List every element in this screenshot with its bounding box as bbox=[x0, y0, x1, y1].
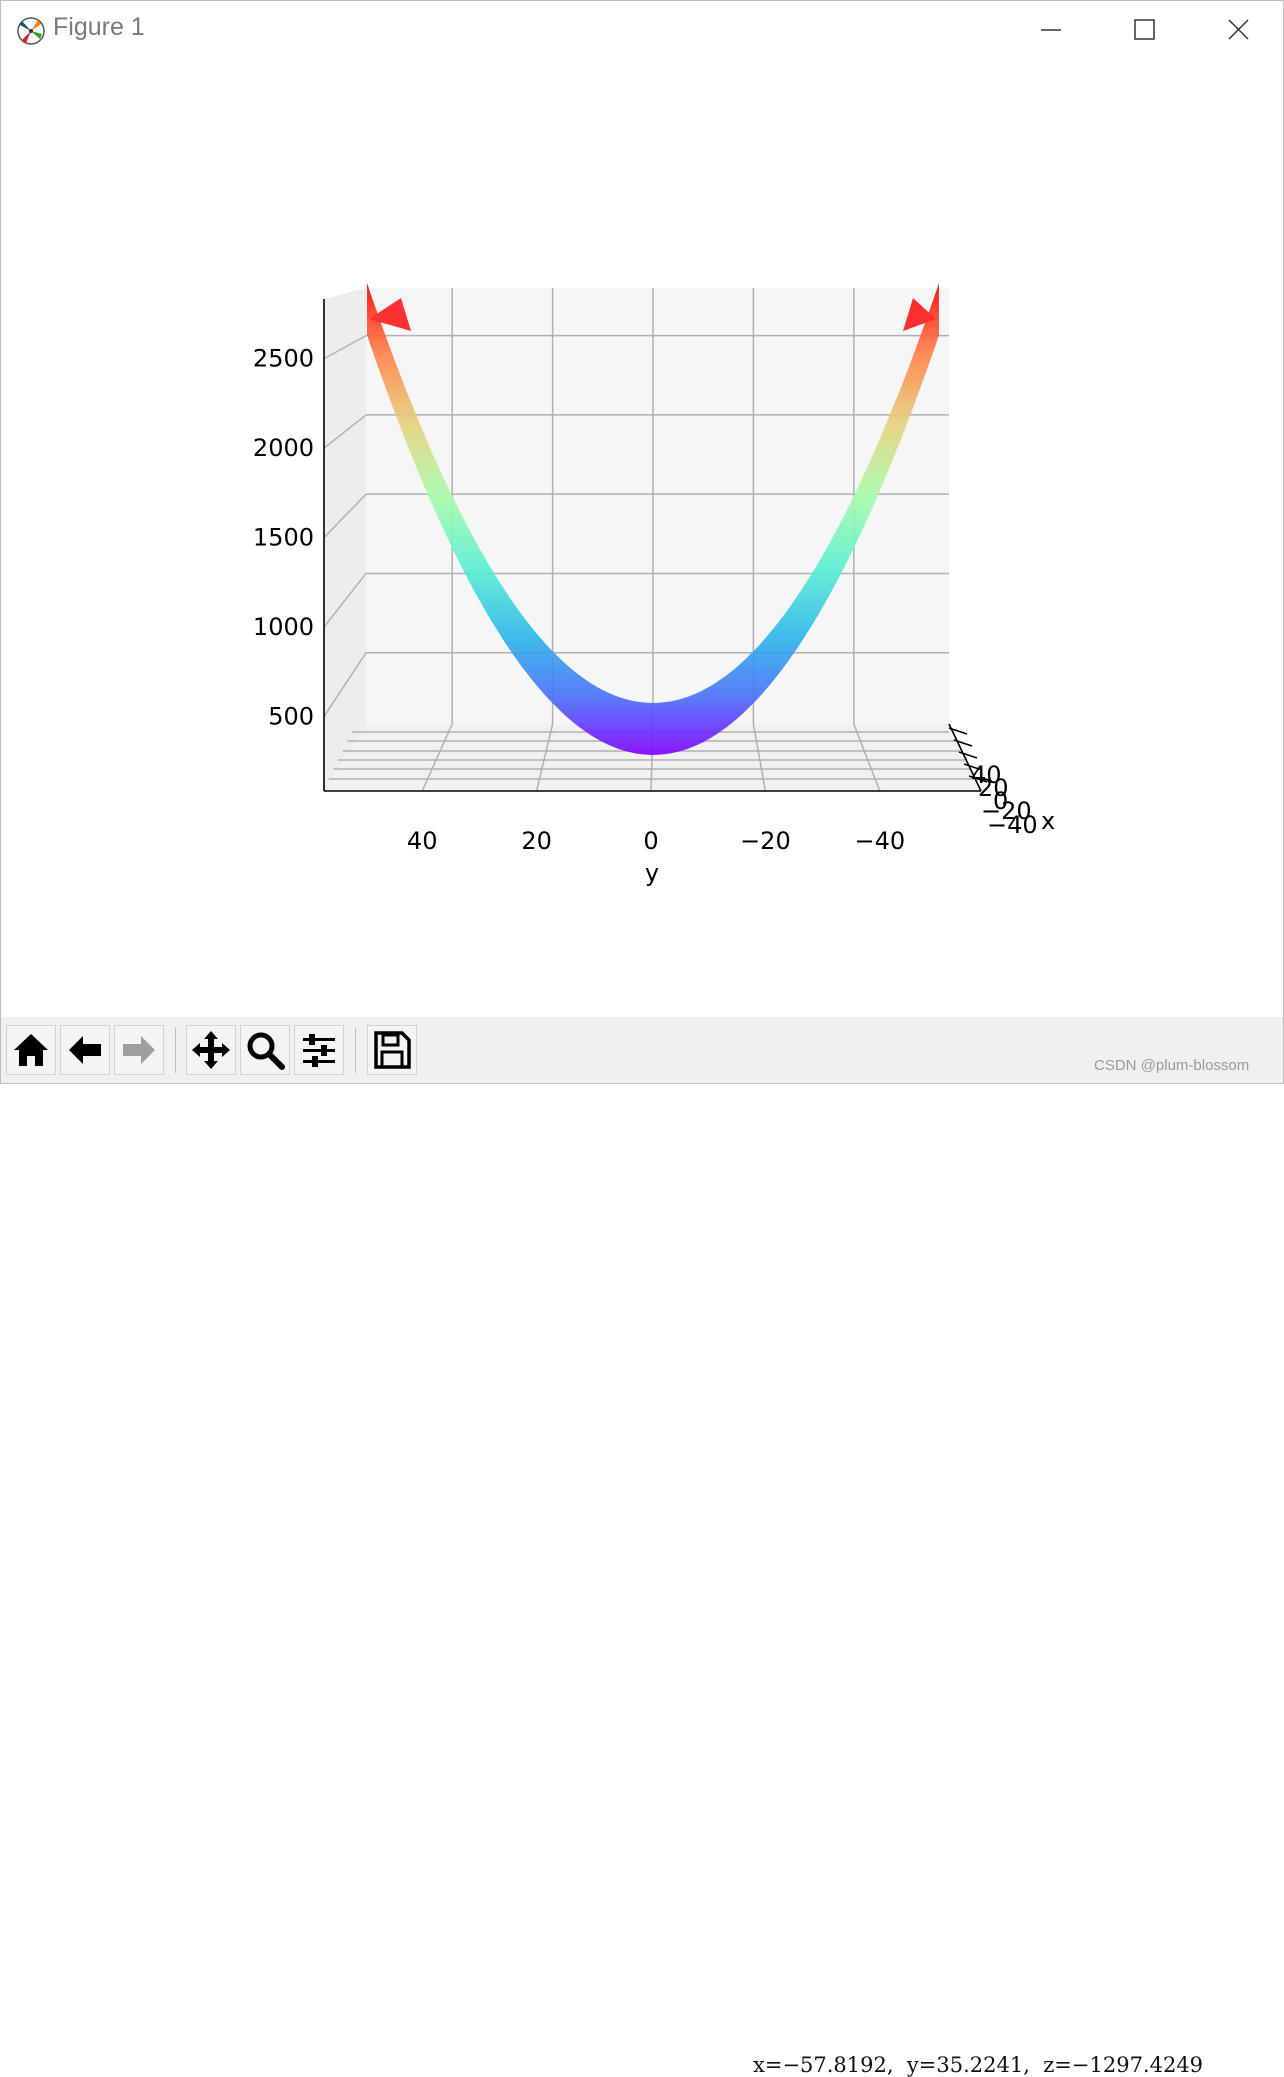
zoom-icon bbox=[247, 1032, 285, 1070]
save-icon bbox=[374, 1031, 411, 1069]
title-bar[interactable]: Figure 1 bbox=[1, 1, 1283, 59]
move-icon bbox=[192, 1031, 230, 1069]
y-tick-label: 0 bbox=[643, 827, 658, 855]
minimize-button[interactable] bbox=[1003, 1, 1097, 59]
sliders-icon bbox=[303, 1034, 335, 1067]
watermark: CSDN @plum-blossom bbox=[1094, 1057, 1250, 1074]
arrow-right-icon bbox=[123, 1036, 155, 1064]
arrow-left-icon bbox=[69, 1036, 101, 1064]
y-axis-label: y bbox=[645, 859, 659, 887]
configure-subplots-button[interactable] bbox=[294, 1025, 344, 1075]
close-button[interactable] bbox=[1191, 1, 1284, 59]
y-tick-label: 20 bbox=[521, 827, 552, 855]
figure-canvas[interactable]: 40 20 0 −20 −40 500 1000 1500 2000 2500 40 20 0 −… bbox=[1, 59, 1283, 1017]
x-axis-label: x bbox=[1041, 807, 1055, 835]
y-tick-label: 40 bbox=[407, 827, 438, 855]
minimize-icon bbox=[1041, 29, 1061, 31]
z-tick-label: 1000 bbox=[253, 613, 314, 641]
pan-button[interactable] bbox=[186, 1025, 236, 1075]
navigation-toolbar: x=−57.8192, y=35.2241, z=−1297.4249 bbox=[1, 1017, 1283, 2077]
back-button[interactable] bbox=[60, 1025, 110, 1075]
maximize-icon bbox=[1134, 19, 1155, 40]
cursor-coordinates: x=−57.8192, y=35.2241, z=−1297.4249 bbox=[753, 2053, 1204, 2077]
z-tick-label: 500 bbox=[268, 703, 314, 731]
home-button[interactable] bbox=[6, 1025, 56, 1075]
close-icon bbox=[1228, 19, 1249, 40]
maximize-button[interactable] bbox=[1097, 1, 1191, 59]
zoom-button[interactable] bbox=[240, 1025, 290, 1075]
toolbar-separator bbox=[355, 1027, 356, 1073]
z-tick-label: 1500 bbox=[253, 524, 314, 552]
save-button[interactable] bbox=[367, 1025, 417, 1075]
x-tick-label: −40 bbox=[987, 811, 1038, 839]
z-tick-label: 2500 bbox=[253, 345, 314, 373]
matplotlib-logo-icon bbox=[16, 16, 46, 46]
z-tick-label: 2000 bbox=[253, 434, 314, 462]
forward-button[interactable] bbox=[114, 1025, 164, 1075]
home-icon bbox=[14, 1034, 48, 1066]
toolbar-separator bbox=[175, 1027, 176, 1073]
figure-window: Figure 1 40 20 0 −20 −40 500 1000 1500 2… bbox=[0, 0, 1284, 2077]
3d-surface-plot[interactable]: 40 20 0 −20 −405001000150020002500 40 20 0 −… bbox=[1, 59, 1283, 1017]
y-tick-label: −20 bbox=[740, 827, 791, 855]
window-title: Figure 1 bbox=[53, 13, 145, 41]
y-tick-label: −40 bbox=[854, 827, 905, 855]
